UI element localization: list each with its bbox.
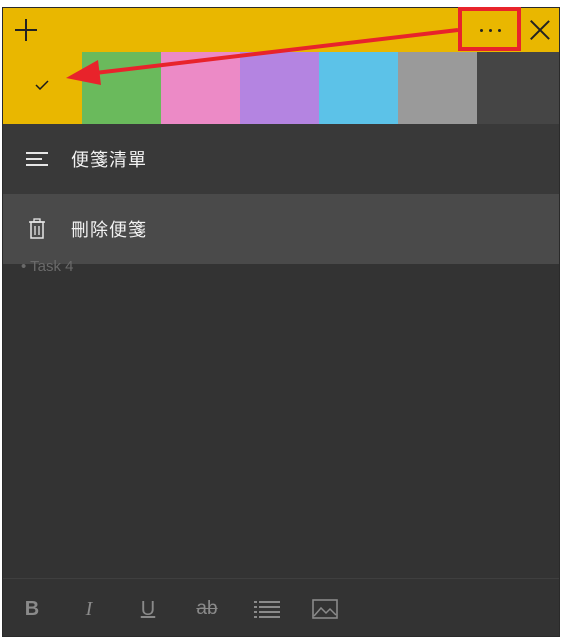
color-swatch-green[interactable] [82,52,161,124]
color-swatch-blue[interactable] [319,52,398,124]
color-swatch-yellow[interactable] [3,52,82,124]
close-icon [530,20,550,40]
close-button[interactable] [519,8,559,52]
menu-item-label: 便箋清單 [71,150,147,171]
bullet-list-button[interactable] [247,579,287,636]
color-picker [3,52,559,124]
note-header [3,8,559,52]
italic-button[interactable]: I [69,579,109,636]
color-swatch-pink[interactable] [161,52,240,124]
list-icon [254,601,280,618]
checkmark-icon [35,80,49,90]
menu-item-delete-note[interactable]: 刪除便箋 [3,194,559,264]
ellipsis-icon [479,28,501,32]
plus-icon [15,19,37,41]
color-swatch-purple[interactable] [240,52,319,124]
trash-icon [29,218,45,239]
color-swatch-gray[interactable] [398,52,477,124]
note-content-area[interactable]: • Task 4 [3,258,559,578]
underline-button[interactable]: U [128,579,168,636]
menu-button[interactable] [461,8,519,52]
image-icon [312,599,338,619]
sticky-note-window: 便箋清單 刪除便箋 • Task 4 B I U ab [2,7,560,637]
menu-item-label: 刪除便箋 [71,220,147,241]
bold-button[interactable]: B [12,579,52,636]
notes-list-icon [26,152,48,166]
insert-image-button[interactable] [305,579,345,636]
color-swatch-charcoal[interactable] [477,52,556,124]
note-text: • Task 4 [21,258,74,275]
menu-item-notes-list[interactable]: 便箋清單 [3,124,559,194]
add-note-button[interactable] [3,8,49,52]
strikethrough-button[interactable]: ab [187,579,227,636]
format-toolbar: B I U ab [3,578,559,636]
